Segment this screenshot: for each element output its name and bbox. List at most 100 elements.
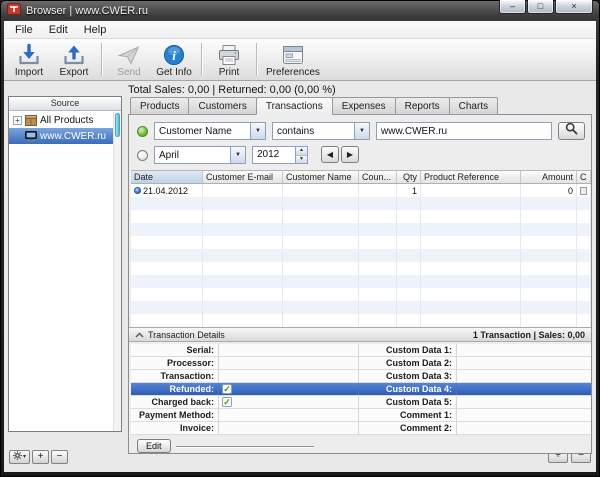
column-header-date[interactable]: Date [131, 171, 203, 183]
detail-label: Custom Data 1: [359, 344, 457, 356]
details-row[interactable]: Refunded:✓Custom Data 4: [131, 383, 591, 396]
month-select[interactable]: April ▼ [154, 146, 246, 164]
tab-bar: ProductsCustomersTransactionsExpensesRep… [130, 97, 497, 115]
titlebar[interactable]: Browser | www.CWER.ru – □ × [0, 0, 600, 21]
table-row[interactable]: 21.04.201210 [131, 184, 591, 197]
tab-products[interactable]: Products [130, 97, 189, 115]
transaction-status-icon [134, 187, 141, 194]
table-row[interactable] [131, 236, 591, 249]
table-row[interactable] [131, 223, 591, 236]
operator-value: contains [273, 126, 354, 137]
toolbar-get-info-button[interactable]: iGet Info [156, 42, 192, 78]
collapse-details-icon[interactable] [135, 330, 144, 340]
details-row[interactable]: Serial:Custom Data 1: [131, 344, 591, 357]
computer-icon [25, 131, 37, 142]
resize-handle[interactable] [176, 446, 314, 448]
detail-label: Comment 1: [359, 409, 457, 421]
sidebar-item-label: All Products [40, 115, 93, 126]
menu-file[interactable]: File [7, 21, 41, 38]
details-row[interactable]: Processor:Custom Data 2: [131, 357, 591, 370]
table-row[interactable] [131, 210, 591, 223]
tab-customers[interactable]: Customers [188, 97, 256, 115]
table-body: 21.04.201210 [131, 184, 591, 327]
sidebar-item-www-cwer-ru[interactable]: www.CWER.ru [9, 128, 121, 144]
expand-icon[interactable]: + [13, 116, 22, 125]
action-menu-button[interactable]: ▾ [9, 450, 30, 464]
details-title: Transaction Details [148, 330, 225, 340]
table-row[interactable] [131, 288, 591, 301]
details-row[interactable]: Invoice:Comment 2: [131, 422, 591, 435]
table-row[interactable] [131, 301, 591, 314]
row-checkbox[interactable] [580, 187, 587, 195]
add-source-button[interactable]: + [32, 450, 49, 464]
search-field-select[interactable]: Customer Name ▼ [154, 122, 266, 140]
detail-label: Charged back: [131, 396, 219, 408]
toolbar-print-button[interactable]: Print [211, 42, 247, 78]
toolbar-import-button[interactable]: Import [11, 42, 47, 78]
details-row[interactable]: Charged back:✓ Custom Data 5: [131, 396, 591, 409]
menubar: FileEditHelp [4, 21, 596, 39]
column-header-coun[interactable]: Coun... [359, 171, 397, 183]
search-input[interactable] [376, 122, 552, 140]
edit-button[interactable]: Edit [137, 439, 171, 453]
details-summary: 1 Transaction | Sales: 0,00 [473, 330, 585, 340]
transactions-table: DateCustomer E-mailCustomer NameCoun...Q… [131, 170, 591, 327]
detail-value [219, 370, 359, 382]
column-header-c[interactable]: C [577, 171, 591, 183]
operator-select[interactable]: contains ▼ [272, 122, 370, 140]
maximize-button[interactable]: □ [527, 0, 554, 14]
tab-transactions[interactable]: Transactions [256, 97, 333, 115]
detail-value [219, 422, 359, 434]
table-row[interactable] [131, 262, 591, 275]
table-row[interactable] [131, 314, 591, 327]
step-down-icon[interactable]: ▼ [296, 156, 307, 164]
checkbox-checked-icon[interactable]: ✓ [222, 384, 232, 394]
column-header-amount[interactable]: Amount [521, 171, 577, 183]
search-filter-radio[interactable] [137, 126, 148, 137]
year-stepper[interactable]: ▲▼ [295, 147, 307, 163]
menu-edit[interactable]: Edit [41, 21, 76, 38]
column-header-customer-e-mail[interactable]: Customer E-mail [203, 171, 283, 183]
details-grid: Serial:Custom Data 1:Processor:Custom Da… [131, 344, 591, 435]
detail-label: Custom Data 5: [359, 396, 457, 408]
close-button[interactable]: × [555, 0, 593, 14]
tab-charts[interactable]: Charts [449, 97, 498, 115]
year-value: 2012 [253, 147, 295, 163]
scrollbar-thumb[interactable] [115, 113, 120, 137]
table-row[interactable] [131, 275, 591, 288]
toolbar-preferences-button[interactable]: Preferences [266, 42, 320, 78]
remove-source-button[interactable]: − [51, 450, 68, 464]
window-title: Browser | www.CWER.ru [26, 5, 148, 17]
next-period-button[interactable]: ▶ [341, 146, 359, 163]
table-header: DateCustomer E-mailCustomer NameCoun...Q… [131, 170, 591, 184]
year-spinner[interactable]: 2012 ▲▼ [252, 146, 308, 164]
details-row[interactable]: Payment Method:Comment 1: [131, 409, 591, 422]
date-filter-radio[interactable] [137, 150, 148, 161]
table-row[interactable] [131, 249, 591, 262]
step-up-icon[interactable]: ▲ [296, 147, 307, 156]
tab-expenses[interactable]: Expenses [332, 97, 396, 115]
tab-reports[interactable]: Reports [395, 97, 450, 115]
menu-help[interactable]: Help [76, 21, 115, 38]
detail-value [457, 344, 591, 356]
details-row[interactable]: Transaction:Custom Data 3: [131, 370, 591, 383]
prev-period-button[interactable]: ◀ [321, 146, 339, 163]
detail-label: Invoice: [131, 422, 219, 434]
table-row[interactable] [131, 197, 591, 210]
column-header-qty[interactable]: Qty [397, 171, 421, 183]
detail-value: ✓ [219, 383, 359, 395]
toolbar-export-button[interactable]: Export [56, 42, 92, 78]
chevron-down-icon: ▼ [250, 123, 265, 139]
sidebar-item-all-products[interactable]: + All Products [9, 112, 121, 128]
toolbar-get-info-label: Get Info [156, 67, 192, 78]
detail-label: Custom Data 4: [359, 383, 457, 395]
minimize-button[interactable]: – [499, 0, 526, 14]
sidebar-scrollbar[interactable] [113, 112, 121, 431]
search-button[interactable] [558, 122, 585, 140]
transactions-panel: Customer Name ▼ contains ▼ April ▼ 2012 … [128, 114, 592, 454]
column-header-product-reference[interactable]: Product Reference [421, 171, 521, 183]
paper-plane-icon [117, 42, 141, 68]
info-circle-icon: i [162, 42, 186, 68]
checkbox-checked-icon[interactable]: ✓ [222, 397, 232, 407]
column-header-customer-name[interactable]: Customer Name [283, 171, 359, 183]
